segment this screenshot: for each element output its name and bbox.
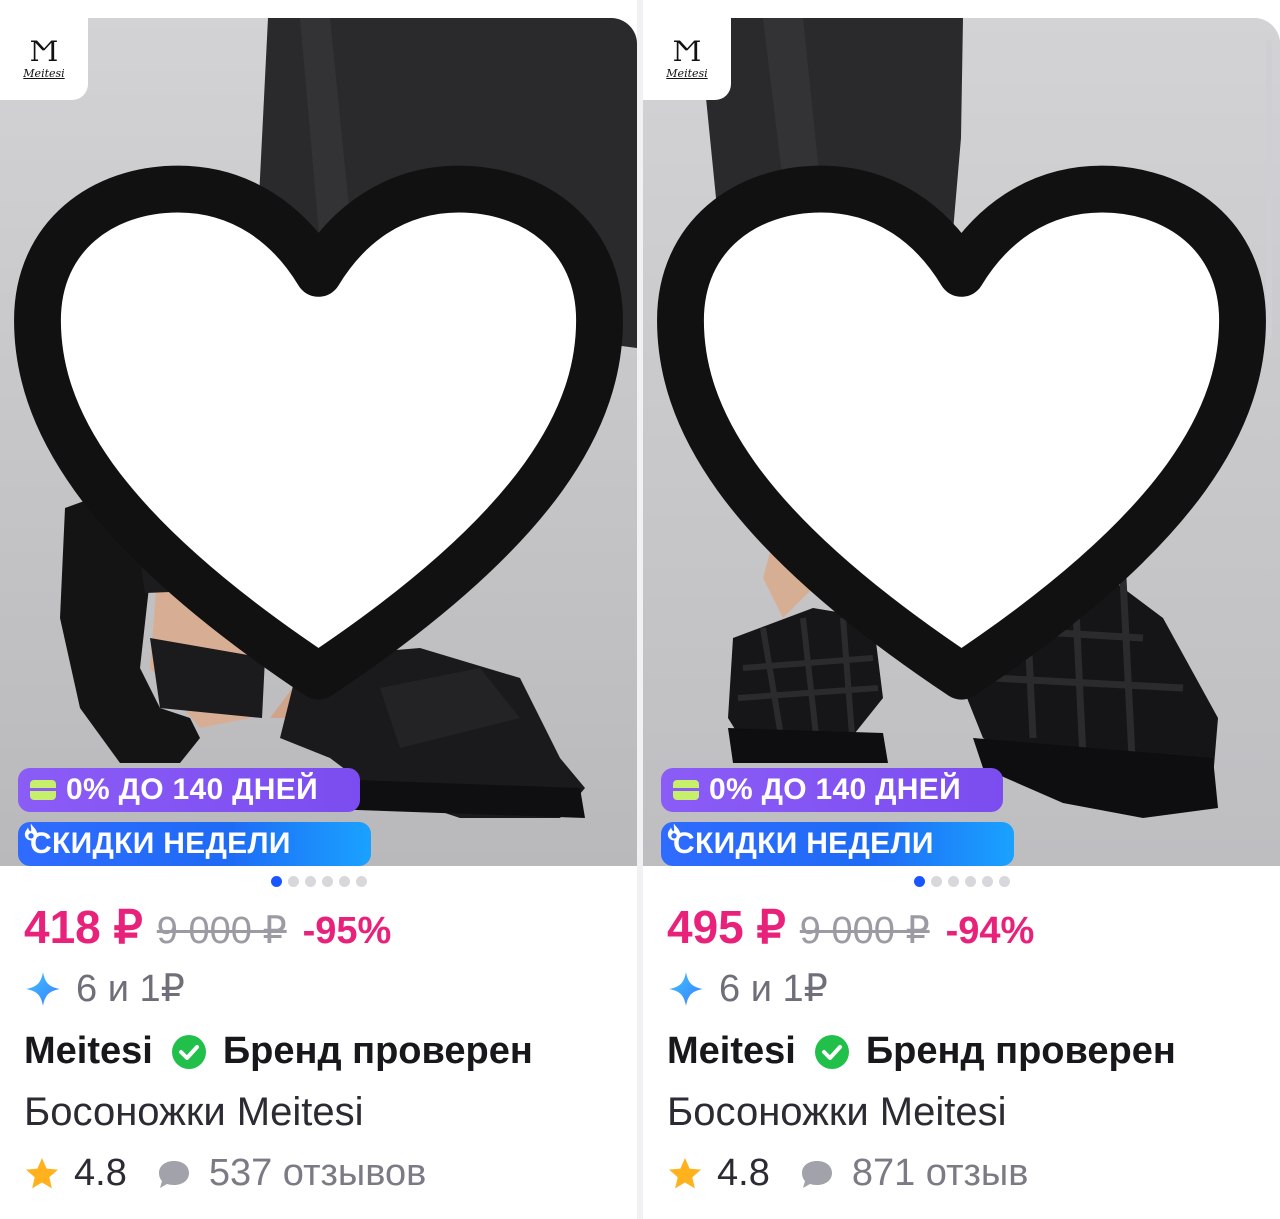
brand-verified-label: Бренд проверен (865, 1030, 1176, 1072)
chat-bubble-icon (801, 1160, 832, 1188)
old-price: 9 000 ₽ (156, 910, 287, 952)
brand-name[interactable]: Meitesi (667, 1030, 796, 1073)
product-photo[interactable]: Ϻ Meitesi 0% ДО 140 ДНЕЙ СКИДКИ НЕДЕЛИ (643, 18, 1280, 866)
heart-icon[interactable] (0, 18, 637, 866)
carousel-dot[interactable] (913, 876, 925, 887)
reviews-count[interactable]: 537 отзывов (209, 1152, 426, 1195)
star-icon (26, 1157, 58, 1188)
carousel-dot[interactable] (304, 876, 316, 887)
product-card[interactable]: Ϻ Meitesi 0% ДО 140 ДНЕЙ СКИДКИ НЕДЕЛИ 4… (643, 0, 1280, 1219)
product-title[interactable]: Босоножки Meitesi (24, 1090, 364, 1135)
price-row: 418 ₽ 9 000 ₽ -95% (24, 900, 391, 962)
old-price: 9 000 ₽ (799, 910, 930, 952)
brand-row[interactable]: Meitesi Бренд проверен (667, 1030, 1176, 1073)
carousel-dots (0, 876, 637, 887)
heart-icon[interactable] (643, 18, 1280, 866)
product-card[interactable]: Ϻ Meitesi 0% ДО 140 ДНЕЙ СКИДКИ НЕДЕЛИ 4… (0, 0, 637, 1219)
product-title[interactable]: Босоножки Meitesi (667, 1090, 1007, 1135)
current-price: 495 ₽ (667, 901, 786, 953)
card-icon (30, 780, 56, 800)
price-row: 495 ₽ 9 000 ₽ -94% (667, 900, 1034, 962)
flame-icon (667, 823, 681, 841)
installment-badge: 0% ДО 140 ДНЕЙ (661, 768, 1003, 812)
scrollbar[interactable] (1266, 40, 1272, 340)
installment-badge-label: 0% ДО 140 ДНЕЙ (709, 773, 961, 806)
carousel-dot[interactable] (338, 876, 350, 887)
reviews-count[interactable]: 871 отзыв (852, 1152, 1029, 1195)
verified-check-icon (814, 1034, 849, 1069)
sparkle-icon (26, 971, 60, 1006)
bonus-text: 6 и 1₽ (76, 968, 185, 1010)
sparkle-icon (669, 971, 703, 1006)
verified-check-icon (171, 1034, 206, 1069)
current-price: 418 ₽ (24, 901, 143, 953)
flame-icon (24, 823, 38, 841)
rating-value: 4.8 (74, 1152, 127, 1194)
installment-badge: 0% ДО 140 ДНЕЙ (18, 768, 360, 812)
week-sale-badge-label: СКИДКИ НЕДЕЛИ (673, 827, 934, 860)
week-sale-badge: СКИДКИ НЕДЕЛИ (661, 822, 1014, 866)
brand-name[interactable]: Meitesi (24, 1030, 153, 1073)
grid-divider (637, 0, 643, 1219)
carousel-dots (643, 876, 1280, 887)
brand-row[interactable]: Meitesi Бренд проверен (24, 1030, 533, 1073)
rating-row: 4.8 537 отзывов (24, 1152, 426, 1195)
product-grid: Ϻ Meitesi 0% ДО 140 ДНЕЙ СКИДКИ НЕДЕЛИ 4… (0, 0, 1280, 1219)
bonus-row: 6 и 1₽ (667, 966, 828, 1011)
bonus-row: 6 и 1₽ (24, 966, 185, 1011)
carousel-dot[interactable] (930, 876, 942, 887)
discount-percent: -95% (302, 910, 392, 952)
week-sale-badge: СКИДКИ НЕДЕЛИ (18, 822, 371, 866)
discount-percent: -94% (945, 910, 1035, 952)
brand-verified-label: Бренд проверен (222, 1030, 533, 1072)
bonus-text: 6 и 1₽ (719, 968, 828, 1010)
card-icon (673, 780, 699, 800)
star-icon (669, 1157, 701, 1188)
product-photo[interactable]: Ϻ Meitesi 0% ДО 140 ДНЕЙ СКИДКИ НЕДЕЛИ (0, 18, 637, 866)
carousel-dot[interactable] (947, 876, 959, 887)
carousel-dot[interactable] (981, 876, 993, 887)
carousel-dot[interactable] (998, 876, 1010, 887)
carousel-dot[interactable] (964, 876, 976, 887)
carousel-dot[interactable] (270, 876, 282, 887)
carousel-dot[interactable] (321, 876, 333, 887)
carousel-dot[interactable] (287, 876, 299, 887)
installment-badge-label: 0% ДО 140 ДНЕЙ (66, 773, 318, 806)
rating-row: 4.8 871 отзыв (667, 1152, 1028, 1195)
carousel-dot[interactable] (355, 876, 367, 887)
week-sale-badge-label: СКИДКИ НЕДЕЛИ (30, 827, 291, 860)
chat-bubble-icon (158, 1160, 189, 1188)
rating-value: 4.8 (717, 1152, 770, 1194)
